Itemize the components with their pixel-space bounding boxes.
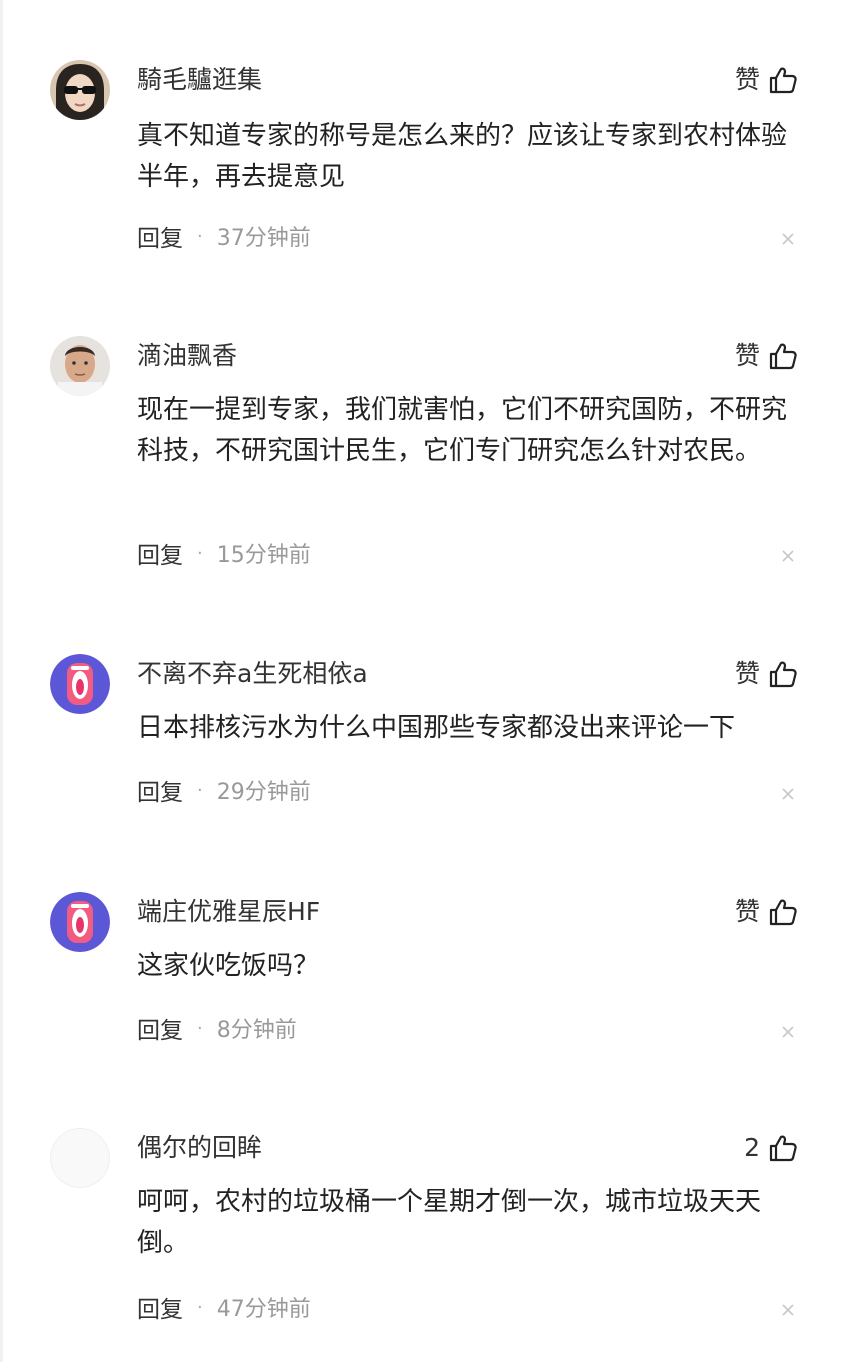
timestamp: 29分钟前 [216,780,311,805]
separator-dot: · [197,779,203,801]
reply-button[interactable]: 回复 [137,773,183,807]
screaming-mouth-avatar[interactable] [50,654,110,714]
comment-meta: 回复 · 15分钟前 [137,536,311,570]
timestamp: 15分钟前 [216,543,311,568]
thumbs-up-icon [769,67,797,94]
left-edge-divider [0,0,3,1362]
username[interactable]: 偶尔的回眸 [137,1132,262,1164]
thumbs-up-icon [769,1135,797,1162]
thumbs-up-icon [769,899,797,926]
like-count: 赞 [734,897,760,926]
username[interactable]: 端庄优雅星辰HF [137,896,320,928]
close-icon[interactable] [781,1303,795,1317]
timestamp: 37分钟前 [216,226,311,251]
separator-dot: · [197,1017,203,1039]
sunglasses-person-avatar[interactable] [50,60,110,120]
username[interactable]: 騎毛驢逛集 [137,64,262,96]
close-icon[interactable] [781,1025,795,1039]
separator-dot: · [197,1296,203,1318]
close-icon[interactable] [781,232,795,246]
reply-button[interactable]: 回复 [137,536,183,570]
like-button[interactable]: 赞 [735,338,798,374]
like-button[interactable]: 赞 [735,656,798,692]
comment-text: 呵呵，农村的垃圾桶一个星期才倒一次，城市垃圾天天倒。 [137,1187,762,1258]
username[interactable]: 滴油飘香 [137,340,237,372]
reply-button[interactable]: 回复 [137,219,183,253]
separator-dot: · [197,225,203,247]
close-icon[interactable] [781,787,795,801]
like-button[interactable]: 2 [744,1130,798,1166]
close-icon[interactable] [781,549,795,563]
thumbs-up-icon [769,343,797,370]
comment-meta: 回复 · 47分钟前 [137,1290,311,1324]
comment-text: 现在一提到专家，我们就害怕，它们不研究国防，不研究科技，不研究国计民生，它们专门… [137,395,788,466]
like-count: 2 [744,1133,760,1162]
like-count: 赞 [734,65,760,94]
comment-text: 日本排核污水为什么中国那些专家都没出来评论一下 [137,713,736,743]
timestamp: 47分钟前 [216,1297,311,1322]
comment-text: 真不知道专家的称号是怎么来的？应该让专家到农村体验半年，再去提意见 [137,121,788,192]
like-button[interactable]: 赞 [735,62,798,98]
comment-meta: 回复 · 29分钟前 [137,773,311,807]
like-count: 赞 [734,659,760,688]
reply-button[interactable]: 回复 [137,1290,183,1324]
like-count: 赞 [734,341,760,370]
comment-text: 这家伙吃饭吗？ [137,951,320,981]
comment-meta: 回复 · 37分钟前 [137,219,311,253]
username[interactable]: 不离不弃a生死相依a [137,658,368,690]
reply-button[interactable]: 回复 [137,1011,183,1045]
timestamp: 8分钟前 [216,1018,297,1043]
comment-meta: 回复 · 8分钟前 [137,1011,297,1045]
separator-dot: · [197,542,203,564]
blank-avatar[interactable] [50,1128,110,1188]
thumbs-up-icon [769,661,797,688]
like-button[interactable]: 赞 [735,894,798,930]
screaming-mouth-avatar[interactable] [50,892,110,952]
man-photo-avatar[interactable] [50,336,110,396]
